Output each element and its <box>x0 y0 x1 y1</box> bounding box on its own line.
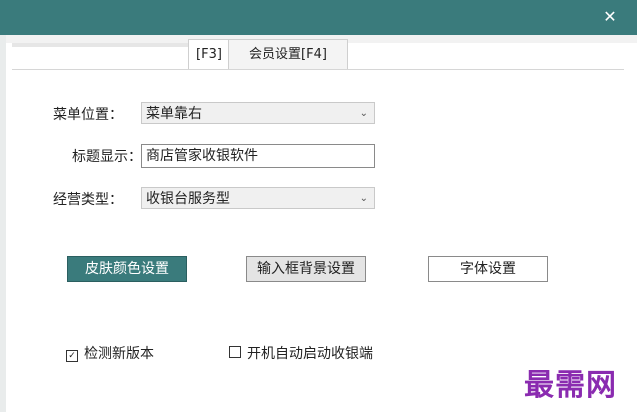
business-type-select[interactable]: 收银台服务型 ⌄ <box>141 187 375 209</box>
left-border <box>0 35 6 412</box>
close-button[interactable]: ✕ <box>599 6 621 28</box>
title-display-label: 标题显示： <box>72 149 142 165</box>
tab-f3[interactable]: [F3] <box>188 39 229 70</box>
menu-position-value: 菜单靠右 <box>146 106 202 122</box>
checkbox-checked-icon: ✓ <box>66 350 78 362</box>
check-update-label: 检测新版本 <box>84 346 154 362</box>
font-settings-button[interactable]: 字体设置 <box>428 256 548 282</box>
menu-position-label: 菜单位置： <box>53 107 123 123</box>
input-background-button[interactable]: 输入框背景设置 <box>246 256 366 282</box>
title-bar <box>0 0 637 35</box>
chevron-down-icon: ⌄ <box>359 108 368 119</box>
menu-position-select[interactable]: 菜单靠右 ⌄ <box>141 102 375 124</box>
skin-color-button[interactable]: 皮肤颜色设置 <box>67 256 187 282</box>
check-update-checkbox[interactable]: ✓ 检测新版本 <box>66 343 154 363</box>
close-icon: ✕ <box>603 7 617 26</box>
checkbox-unchecked-icon <box>229 346 241 358</box>
panel-edge <box>12 43 192 47</box>
chevron-down-icon: ⌄ <box>359 193 368 204</box>
autostart-label: 开机自动启动收银端 <box>247 346 373 362</box>
business-type-label: 经营类型： <box>53 192 123 208</box>
tab-divider <box>12 69 624 70</box>
tab-member-settings[interactable]: 会员设置[F4] <box>228 39 348 70</box>
title-display-input[interactable]: 商店管家收银软件 <box>141 144 375 168</box>
business-type-value: 收银台服务型 <box>146 191 230 207</box>
watermark: 最需网 <box>524 368 617 403</box>
autostart-checkbox[interactable]: 开机自动启动收银端 <box>229 343 373 363</box>
